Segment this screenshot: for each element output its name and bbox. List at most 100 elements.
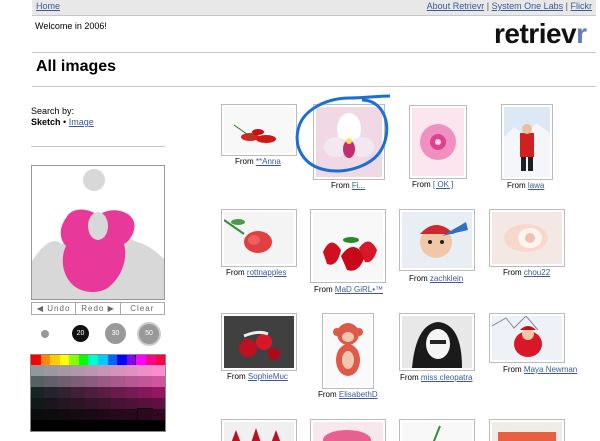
user-link[interactable]: [ OK ] — [433, 180, 453, 189]
result-thumbnail[interactable] — [322, 313, 374, 389]
user-link[interactable]: Maya Newman — [524, 365, 577, 374]
result-thumbnail[interactable] — [489, 419, 565, 441]
user-link[interactable]: chou22 — [524, 268, 550, 277]
palette-swatch[interactable] — [31, 365, 45, 376]
palette-swatch[interactable] — [151, 387, 165, 398]
palette-swatch[interactable] — [57, 387, 72, 398]
palette-swatch[interactable] — [31, 409, 45, 420]
palette-swatch[interactable] — [71, 420, 85, 431]
user-link[interactable]: SophieMuc — [248, 372, 288, 381]
flickr-link[interactable]: Flickr — [571, 1, 593, 11]
sketch-mode-label[interactable]: Sketch — [31, 117, 61, 127]
palette-swatch[interactable] — [44, 376, 58, 387]
user-link[interactable]: ElisabethD — [339, 390, 378, 399]
palette-swatch[interactable] — [111, 409, 125, 420]
palette-swatch[interactable] — [97, 387, 112, 398]
palette-swatch[interactable] — [31, 420, 45, 431]
result-thumbnail[interactable] — [221, 313, 297, 371]
palette-swatch[interactable] — [71, 409, 85, 420]
result-thumbnail[interactable] — [221, 419, 297, 441]
result-thumbnail[interactable] — [310, 419, 386, 441]
palette-swatch[interactable] — [84, 387, 98, 398]
palette-swatch[interactable] — [57, 365, 72, 376]
palette-swatch[interactable] — [44, 398, 58, 409]
brush-size-50[interactable]: 50 — [137, 322, 161, 346]
palette-swatch[interactable] — [138, 376, 152, 387]
palette-swatch[interactable] — [138, 387, 152, 398]
palette-swatch[interactable] — [137, 408, 153, 421]
user-link[interactable]: **Anna — [256, 157, 281, 166]
palette-swatch[interactable] — [84, 409, 98, 420]
brush-size-20[interactable]: 20 — [72, 325, 89, 342]
brush-size-small[interactable] — [41, 330, 49, 338]
result-thumbnail[interactable] — [501, 104, 553, 180]
shade-grid[interactable] — [31, 365, 165, 431]
retrievr-logo[interactable]: retrievr — [494, 18, 587, 50]
hue-strip[interactable] — [31, 355, 165, 366]
palette-swatch[interactable] — [44, 365, 58, 376]
result-thumbnail[interactable] — [221, 104, 297, 156]
result-thumbnail[interactable] — [489, 313, 565, 363]
palette-swatch[interactable] — [151, 420, 165, 431]
home-link[interactable]: Home — [36, 1, 60, 11]
palette-swatch[interactable] — [57, 409, 72, 420]
about-retrievr-link[interactable]: About Retrievr — [427, 1, 485, 11]
palette-swatch[interactable] — [71, 376, 85, 387]
palette-swatch[interactable] — [151, 398, 165, 409]
redo-button[interactable]: Redo ▶ — [76, 303, 121, 314]
palette-swatch[interactable] — [124, 376, 139, 387]
palette-swatch[interactable] — [97, 420, 112, 431]
palette-swatch[interactable] — [71, 365, 85, 376]
palette-swatch[interactable] — [44, 420, 58, 431]
result-thumbnail[interactable] — [399, 313, 475, 371]
result-thumbnail[interactable] — [221, 209, 297, 267]
user-link[interactable]: rottnapples — [247, 268, 287, 277]
palette-swatch[interactable] — [111, 365, 125, 376]
palette-swatch[interactable] — [31, 387, 45, 398]
palette-swatch[interactable] — [44, 387, 58, 398]
user-link[interactable]: MaD GiRL•™ — [335, 285, 383, 294]
palette-swatch[interactable] — [84, 365, 98, 376]
palette-swatch[interactable] — [124, 420, 139, 431]
user-link[interactable]: Fi... — [352, 181, 365, 190]
palette-swatch[interactable] — [97, 365, 112, 376]
palette-swatch[interactable] — [124, 409, 139, 420]
sketch-canvas[interactable] — [31, 165, 165, 300]
palette-swatch[interactable] — [124, 365, 139, 376]
user-link[interactable]: lawa — [528, 181, 544, 190]
color-palette[interactable] — [30, 354, 166, 432]
system-one-labs-link[interactable]: System One Labs — [492, 1, 564, 11]
palette-swatch[interactable] — [57, 420, 72, 431]
palette-swatch[interactable] — [111, 398, 125, 409]
palette-swatch[interactable] — [84, 376, 98, 387]
result-thumbnail[interactable] — [399, 209, 475, 271]
undo-button[interactable]: ◀ Undo — [32, 303, 77, 314]
palette-swatch[interactable] — [57, 376, 72, 387]
palette-swatch[interactable] — [151, 376, 165, 387]
result-thumbnail[interactable] — [489, 209, 565, 267]
result-thumbnail[interactable] — [310, 209, 386, 283]
palette-swatch[interactable] — [138, 398, 152, 409]
palette-swatch[interactable] — [111, 376, 125, 387]
palette-swatch[interactable] — [84, 398, 98, 409]
palette-swatch[interactable] — [151, 409, 165, 420]
palette-swatch[interactable] — [138, 420, 152, 431]
image-mode-link[interactable]: Image — [69, 117, 94, 127]
palette-swatch[interactable] — [151, 365, 165, 376]
palette-swatch[interactable] — [57, 398, 72, 409]
palette-swatch[interactable] — [44, 409, 58, 420]
palette-swatch[interactable] — [111, 387, 125, 398]
palette-swatch[interactable] — [97, 398, 112, 409]
palette-swatch[interactable] — [124, 398, 139, 409]
palette-swatch[interactable] — [31, 398, 45, 409]
palette-swatch[interactable] — [71, 398, 85, 409]
palette-swatch[interactable] — [138, 365, 152, 376]
palette-swatch[interactable] — [97, 376, 112, 387]
clear-button[interactable]: Clear — [121, 303, 164, 314]
palette-swatch[interactable] — [97, 409, 112, 420]
result-thumbnail[interactable] — [409, 105, 467, 179]
palette-swatch[interactable] — [31, 376, 45, 387]
brush-size-30[interactable]: 30 — [105, 323, 126, 344]
palette-swatch[interactable] — [84, 420, 98, 431]
user-link[interactable]: zachklein — [430, 274, 463, 283]
